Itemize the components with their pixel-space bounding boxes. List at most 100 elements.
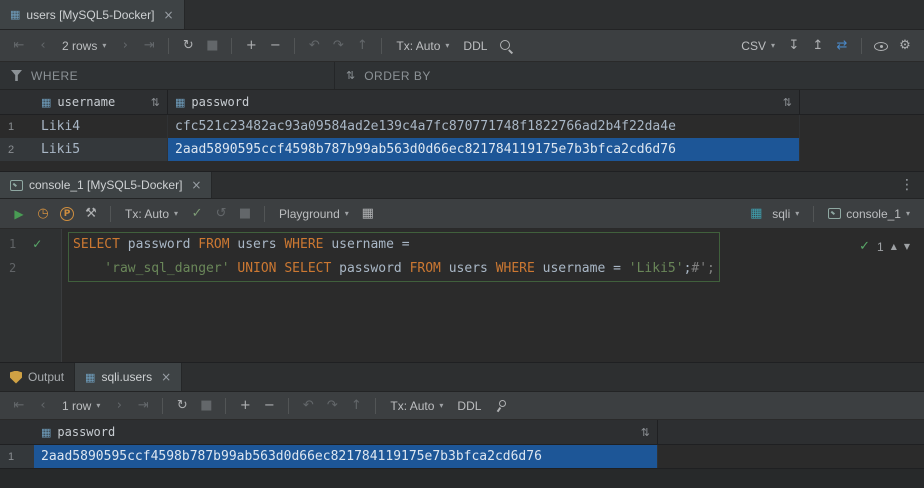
order-by-field[interactable]: ⇅ ORDER BY: [335, 62, 924, 89]
code-token: =: [613, 261, 629, 276]
undo-icon[interactable]: ↶: [297, 395, 319, 417]
close-icon[interactable]: ×: [191, 178, 201, 192]
import-data-icon[interactable]: ↥: [807, 35, 829, 57]
export-data-icon[interactable]: ↧: [783, 35, 805, 57]
nav-down-icon[interactable]: ▼: [904, 235, 910, 259]
table-row: 1 2aad5890595ccf4598b787b99ab563d0d66ec8…: [0, 445, 924, 468]
stop-icon[interactable]: ■: [201, 35, 223, 57]
add-row-icon[interactable]: +: [234, 395, 256, 417]
previous-page-icon[interactable]: ‹: [32, 395, 54, 417]
ddl-button[interactable]: DDL: [457, 35, 493, 57]
schema-switcher-dropdown[interactable]: ▦ sqli ▾: [739, 203, 805, 225]
first-page-icon[interactable]: ⇤: [8, 35, 30, 57]
redo-icon[interactable]: ↷: [327, 35, 349, 57]
close-icon[interactable]: ×: [163, 8, 173, 22]
column-icon: ▦: [41, 96, 51, 109]
code-token: WHERE: [284, 237, 331, 252]
ddl-button[interactable]: DDL: [451, 395, 487, 417]
ddl-label: DDL: [457, 399, 481, 413]
delete-row-icon[interactable]: −: [264, 35, 286, 57]
output-layout-icon[interactable]: ▦: [357, 203, 379, 225]
cell-username[interactable]: Liki5: [34, 138, 168, 161]
close-icon[interactable]: ×: [161, 370, 171, 384]
tx-mode-dropdown[interactable]: Tx: Auto ▾: [119, 203, 184, 225]
sort-toggle-icon[interactable]: ⇅: [783, 96, 792, 109]
console-icon: [10, 180, 23, 191]
result-toolbar: ⇤ ‹ 1 row ▾ › ⇥ ↻ ■ + − ↶ ↷ ↑ Tx: Auto ▾…: [0, 392, 924, 420]
grid-toolbar: ⇤ ‹ 2 rows ▾ › ⇥ ↻ ■ + − ↶ ↷ ↑ Tx: Auto …: [0, 30, 924, 62]
more-options-icon[interactable]: ⋮: [890, 172, 924, 198]
undo-icon[interactable]: ↶: [303, 35, 325, 57]
last-page-icon[interactable]: ⇥: [138, 35, 160, 57]
code-line[interactable]: SELECT password FROM users WHERE usernam…: [73, 233, 715, 257]
rollback-icon[interactable]: ↺: [210, 203, 232, 225]
submit-icon[interactable]: ↑: [345, 395, 367, 417]
next-page-icon[interactable]: ›: [114, 35, 136, 57]
last-page-icon[interactable]: ⇥: [132, 395, 154, 417]
tab-users-grid[interactable]: ▦ users [MySQL5-Docker] ×: [0, 0, 185, 29]
column-header-password[interactable]: ▦ password ⇅: [34, 420, 658, 444]
cell-password[interactable]: cfc521c23482ac93a09584ad2e139c4a7fc87077…: [168, 115, 800, 138]
tools-icon[interactable]: ⚒: [80, 203, 102, 225]
code-token: WHERE: [496, 261, 543, 276]
console-switcher-dropdown[interactable]: console_1 ▾: [822, 203, 916, 225]
cell-password-selected[interactable]: 2aad5890595ccf4598b787b99ab563d0d66ec821…: [168, 138, 800, 161]
toolbar-separator: [861, 38, 862, 54]
line-number: 1: [9, 232, 16, 256]
profiler-icon[interactable]: P: [56, 203, 78, 225]
compare-data-icon[interactable]: ⇄: [831, 35, 853, 57]
code-token: FROM: [198, 237, 237, 252]
nav-up-icon[interactable]: ▲: [891, 235, 897, 259]
search-icon[interactable]: [495, 35, 517, 57]
tab-output[interactable]: Output: [0, 363, 75, 391]
sort-lines-icon: ⇅: [346, 69, 355, 82]
submit-icon[interactable]: ↑: [351, 35, 373, 57]
stop-icon[interactable]: ■: [234, 203, 256, 225]
tx-mode-dropdown[interactable]: Tx: Auto ▾: [384, 395, 449, 417]
page-size-dropdown[interactable]: 1 row ▾: [56, 395, 106, 417]
tx-mode-dropdown[interactable]: Tx: Auto ▾: [390, 35, 455, 57]
tab-label: sqli.users: [101, 370, 152, 384]
refresh-icon[interactable]: ↻: [171, 395, 193, 417]
page-size-dropdown[interactable]: 2 rows ▾: [56, 35, 112, 57]
column-header-password[interactable]: ▦ password ⇅: [168, 90, 800, 114]
commit-icon[interactable]: ✓: [186, 203, 208, 225]
run-icon[interactable]: ▶: [8, 203, 30, 225]
sort-toggle-icon[interactable]: ⇅: [641, 426, 650, 439]
code-line[interactable]: 'raw_sql_danger' UNION SELECT password F…: [73, 257, 715, 281]
injected-fragment-highlight: SELECT password FROM users WHERE usernam…: [68, 232, 720, 282]
column-header-username[interactable]: ▦ username ⇅: [34, 90, 168, 114]
redo-icon[interactable]: ↷: [321, 395, 343, 417]
where-filter-field[interactable]: WHERE: [0, 62, 335, 89]
cell-password-selected[interactable]: 2aad5890595ccf4598b787b99ab563d0d66ec821…: [34, 445, 658, 468]
playground-label: Playground: [279, 207, 340, 221]
refresh-icon[interactable]: ↻: [177, 35, 199, 57]
console-toolbar: ▶ ◷ P ⚒ Tx: Auto ▾ ✓ ↺ ■ Playground ▾ ▦ …: [0, 199, 924, 229]
pin-tab-icon[interactable]: [489, 395, 511, 417]
settings-icon[interactable]: ⚙: [894, 35, 916, 57]
page-size-label: 2 rows: [62, 39, 97, 53]
export-format-dropdown[interactable]: CSV ▾: [735, 35, 781, 57]
playground-mode-dropdown[interactable]: Playground ▾: [273, 203, 355, 225]
previous-page-icon[interactable]: ‹: [32, 35, 54, 57]
delete-row-icon[interactable]: −: [258, 395, 280, 417]
add-row-icon[interactable]: +: [240, 35, 262, 57]
stop-icon[interactable]: ■: [195, 395, 217, 417]
code-token: #';: [691, 261, 714, 276]
code-token: SELECT: [73, 237, 128, 252]
tab-result-grid[interactable]: ▦ sqli.users ×: [75, 363, 182, 391]
next-page-icon[interactable]: ›: [108, 395, 130, 417]
gutter-line: 1 ✓: [0, 232, 61, 256]
sort-toggle-icon[interactable]: ⇅: [151, 96, 160, 109]
chevron-down-icon: ▾: [445, 41, 449, 50]
view-options-icon[interactable]: [870, 35, 892, 57]
row-number-gutter: [0, 90, 34, 114]
first-page-icon[interactable]: ⇤: [8, 395, 30, 417]
sql-editor[interactable]: 1 ✓ 2 SELECT password FROM users WHERE u…: [0, 229, 924, 362]
cell-username[interactable]: Liki4: [34, 115, 168, 138]
history-icon[interactable]: ◷: [32, 203, 54, 225]
code-token: 'Liki5': [629, 261, 684, 276]
tab-console[interactable]: console_1 [MySQL5-Docker] ×: [0, 172, 212, 198]
row-number: 1: [0, 445, 34, 468]
editor-code-area[interactable]: SELECT password FROM users WHERE usernam…: [62, 229, 924, 362]
